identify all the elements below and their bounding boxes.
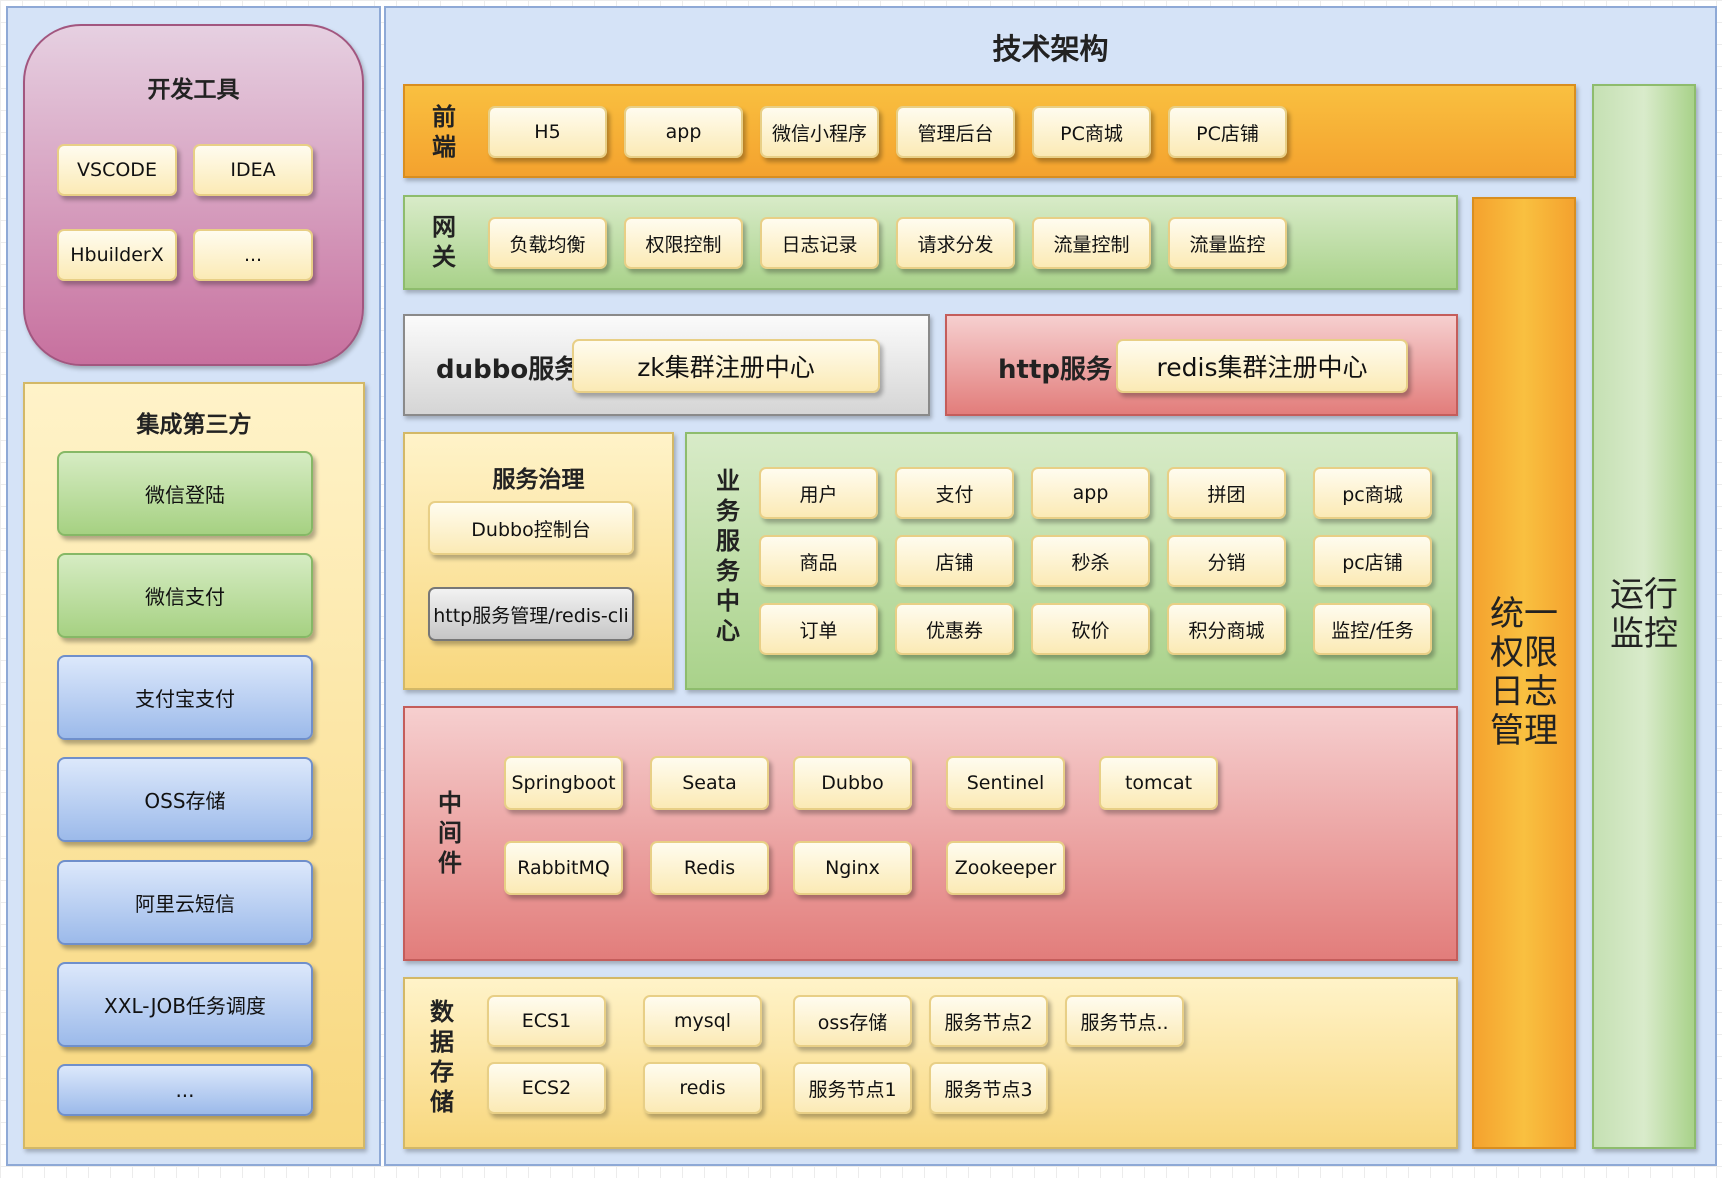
dubbo-console[interactable]: Dubbo控制台 (428, 501, 634, 555)
third-party-xxl-job[interactable]: XXL-JOB任务调度 (57, 962, 313, 1047)
mw-sentinel[interactable]: Sentinel (946, 756, 1065, 810)
third-party-oss[interactable]: OSS存储 (57, 757, 313, 842)
third-party-alipay[interactable]: 支付宝支付 (57, 655, 313, 740)
gateway-access-control[interactable]: 权限控制 (624, 217, 743, 269)
biz-pc-mall[interactable]: pc商城 (1313, 467, 1432, 519)
middleware-label: 中 间 件 (438, 789, 462, 877)
storage-mysql[interactable]: mysql (643, 995, 762, 1047)
biz-product[interactable]: 商品 (759, 535, 878, 587)
storage-ecs1[interactable]: ECS1 (487, 995, 606, 1047)
mw-nginx[interactable]: Nginx (793, 841, 912, 895)
storage-node-more[interactable]: 服务节点.. (1065, 995, 1184, 1047)
storage-oss[interactable]: oss存储 (793, 995, 912, 1047)
mw-zookeeper[interactable]: Zookeeper (946, 841, 1065, 895)
biz-order[interactable]: 订单 (759, 603, 878, 655)
biz-coupon[interactable]: 优惠券 (895, 603, 1014, 655)
runtime-monitor-label: 运行 监控 (1610, 575, 1678, 654)
biz-points-mall[interactable]: 积分商城 (1167, 603, 1286, 655)
gateway-label: 网 关 (432, 213, 456, 271)
third-party-aliyun-sms[interactable]: 阿里云短信 (57, 860, 313, 945)
biz-bargain[interactable]: 砍价 (1031, 603, 1150, 655)
frontend-admin[interactable]: 管理后台 (896, 106, 1015, 158)
biz-app[interactable]: app (1031, 467, 1150, 519)
biz-monitor-task[interactable]: 监控/任务 (1313, 603, 1432, 655)
dubbo-service-label: dubbo服务 (436, 355, 581, 385)
third-party-more[interactable]: ... (57, 1064, 313, 1116)
biz-user[interactable]: 用户 (759, 467, 878, 519)
gateway-logging[interactable]: 日志记录 (760, 217, 879, 269)
frontend-pc-shop[interactable]: PC店铺 (1168, 106, 1287, 158)
frontend-label: 前 端 (432, 103, 456, 161)
mw-redis[interactable]: Redis (650, 841, 769, 895)
gateway-flow-monitor[interactable]: 流量监控 (1168, 217, 1287, 269)
mw-dubbo[interactable]: Dubbo (793, 756, 912, 810)
mw-tomcat[interactable]: tomcat (1099, 756, 1218, 810)
frontend-wechat-miniprogram[interactable]: 微信小程序 (760, 106, 879, 158)
biz-pc-shop[interactable]: pc店铺 (1313, 535, 1432, 587)
frontend-app[interactable]: app (624, 106, 743, 158)
middleware-box (403, 706, 1458, 961)
third-party-wechat-login[interactable]: 微信登陆 (57, 451, 313, 536)
frontend-h5[interactable]: H5 (488, 106, 607, 158)
biz-payment[interactable]: 支付 (895, 467, 1014, 519)
gateway-flow-control[interactable]: 流量控制 (1032, 217, 1151, 269)
storage-node3[interactable]: 服务节点3 (929, 1062, 1048, 1114)
dev-tool-more[interactable]: ... (193, 229, 313, 281)
data-storage-label: 数 据 存 储 (430, 998, 454, 1116)
gateway-request-dispatch[interactable]: 请求分发 (896, 217, 1015, 269)
frontend-pc-mall[interactable]: PC商城 (1032, 106, 1151, 158)
http-service-management[interactable]: http服务管理/redis-cli (428, 587, 634, 641)
dev-tool-vscode[interactable]: VSCODE (57, 144, 177, 196)
diagram-title: 技术架构 (992, 32, 1109, 66)
mw-seata[interactable]: Seata (650, 756, 769, 810)
http-service-label: http服务 (998, 355, 1112, 385)
unified-auth-log-label: 统一 权限 日志 管理 (1490, 594, 1558, 751)
dev-tool-hbuilderx[interactable]: HbuilderX (57, 229, 177, 281)
storage-redis[interactable]: redis (643, 1062, 762, 1114)
biz-flash-sale[interactable]: 秒杀 (1031, 535, 1150, 587)
storage-node2[interactable]: 服务节点2 (929, 995, 1048, 1047)
business-center-label: 业 务 服 务 中 心 (716, 467, 740, 645)
gateway-load-balance[interactable]: 负载均衡 (488, 217, 607, 269)
service-governance-title: 服务治理 (492, 467, 585, 493)
biz-group-buy[interactable]: 拼团 (1167, 467, 1286, 519)
third-party-wechat-pay[interactable]: 微信支付 (57, 553, 313, 638)
mw-springboot[interactable]: Springboot (504, 756, 623, 810)
zk-registry[interactable]: zk集群注册中心 (572, 339, 880, 393)
third-party-title: 集成第三方 (136, 412, 252, 438)
biz-shop[interactable]: 店铺 (895, 535, 1014, 587)
biz-distribution[interactable]: 分销 (1167, 535, 1286, 587)
runtime-monitor-column: 运行 监控 (1592, 84, 1696, 1149)
storage-ecs2[interactable]: ECS2 (487, 1062, 606, 1114)
storage-node1[interactable]: 服务节点1 (793, 1062, 912, 1114)
mw-rabbitmq[interactable]: RabbitMQ (504, 841, 623, 895)
dev-tools-title: 开发工具 (147, 77, 240, 103)
unified-auth-log-column: 统一 权限 日志 管理 (1472, 197, 1576, 1149)
redis-registry[interactable]: redis集群注册中心 (1116, 339, 1408, 393)
dev-tool-idea[interactable]: IDEA (193, 144, 313, 196)
